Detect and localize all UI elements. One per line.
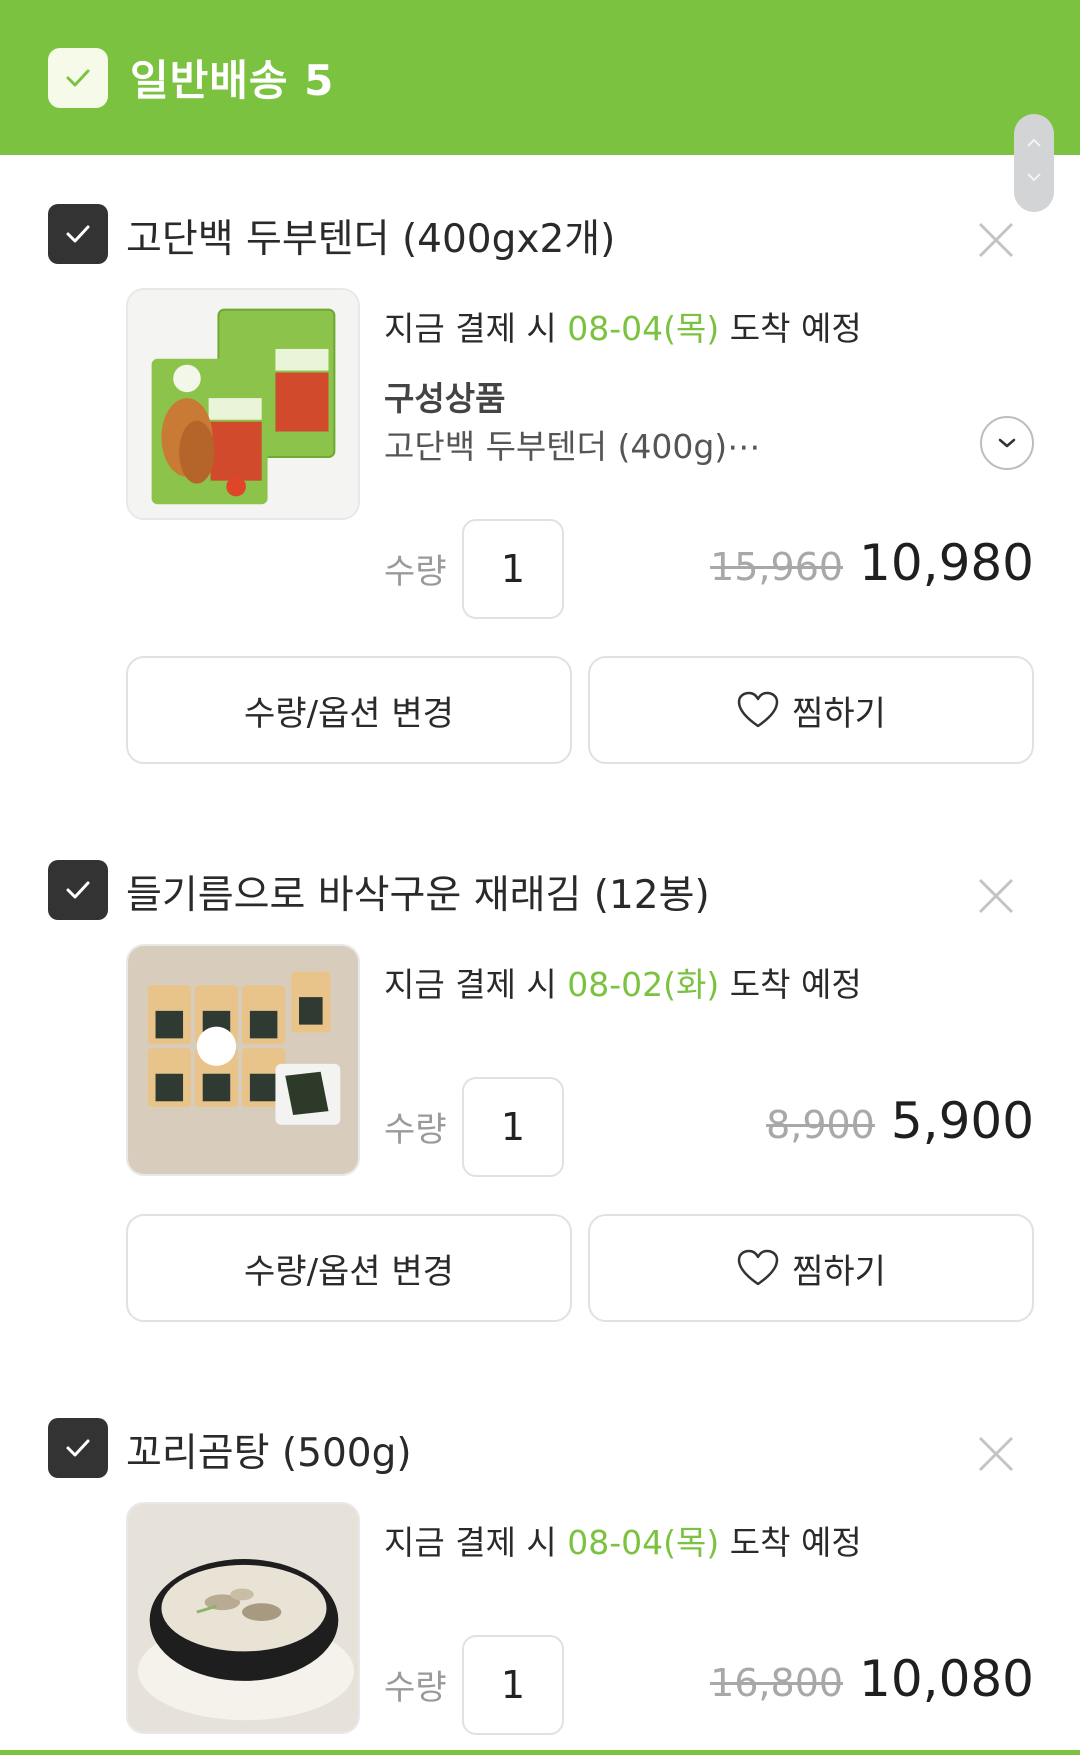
wishlist-button[interactable]: 찜하기: [588, 1214, 1034, 1322]
product-name[interactable]: 꼬리곰탕 (500g): [126, 1422, 412, 1478]
delivery-date: 08-04(목): [567, 309, 720, 348]
close-icon[interactable]: [976, 1434, 1016, 1474]
close-icon[interactable]: [976, 220, 1016, 260]
check-icon: [66, 1439, 90, 1457]
seasoned-laver-package-image: [128, 946, 358, 1174]
item-checkbox[interactable]: [48, 1418, 108, 1478]
original-price: 8,900: [766, 1103, 875, 1147]
original-price: 16,800: [710, 1661, 844, 1705]
composition-desc: 고단백 두부텐더 (400g)⋯: [384, 427, 761, 466]
quantity-input[interactable]: 1: [462, 1635, 564, 1735]
composition-title: 구성상품: [384, 379, 506, 418]
bottom-accent-bar: [0, 1750, 1080, 1755]
shipping-group-header: 일반배송 5: [0, 0, 1080, 155]
quantity-input[interactable]: 1: [462, 519, 564, 619]
delivery-info: 지금 결제 시 08-04(목) 도착 예정: [384, 309, 862, 348]
heart-icon: [737, 691, 779, 728]
close-icon[interactable]: [976, 876, 1016, 916]
check-icon: [66, 69, 90, 86]
product-image[interactable]: [126, 944, 360, 1176]
wishlist-label: 찜하기: [792, 1251, 886, 1292]
product-image[interactable]: [126, 1502, 360, 1734]
item-checkbox[interactable]: [48, 860, 108, 920]
delivery-info: 지금 결제 시 08-02(화) 도착 예정: [384, 965, 862, 1004]
group-select-checkbox[interactable]: [48, 47, 108, 108]
wishlist-button[interactable]: 찜하기: [588, 656, 1034, 764]
oxtail-soup-image: [128, 1504, 358, 1732]
group-title: 일반배송 5: [130, 56, 335, 105]
scroll-indicator[interactable]: [1014, 114, 1054, 212]
price-row: 8,900 5,900: [766, 1092, 1034, 1150]
product-name[interactable]: 고단백 두부텐더 (400gx2개): [126, 208, 615, 264]
chevron-down-icon[interactable]: [1026, 172, 1042, 182]
quantity-label: 수량: [384, 1110, 447, 1150]
sale-price: 5,900: [890, 1092, 1034, 1150]
delivery-date: 08-02(화): [567, 965, 720, 1004]
sale-price: 10,980: [859, 534, 1034, 592]
chevron-down-icon: [998, 438, 1016, 448]
delivery-info: 지금 결제 시 08-04(목) 도착 예정: [384, 1523, 862, 1562]
change-option-button[interactable]: 수량/옵션 변경: [126, 1214, 572, 1322]
check-icon: [66, 225, 90, 243]
quantity-label: 수량: [384, 1668, 447, 1708]
original-price: 15,960: [710, 545, 844, 589]
expand-composition-button[interactable]: [980, 416, 1034, 470]
quantity-input[interactable]: 1: [462, 1077, 564, 1177]
price-row: 15,960 10,980: [710, 534, 1034, 592]
product-name[interactable]: 들기름으로 바삭구운 재래김 (12봉): [126, 864, 710, 920]
check-icon: [66, 881, 90, 899]
sale-price: 10,080: [859, 1650, 1034, 1708]
product-image[interactable]: [126, 288, 360, 520]
price-row: 16,800 10,080: [710, 1650, 1034, 1708]
delivery-date: 08-04(목): [567, 1523, 720, 1562]
wishlist-label: 찜하기: [792, 693, 886, 734]
item-checkbox[interactable]: [48, 204, 108, 264]
heart-icon: [737, 1249, 779, 1286]
quantity-label: 수량: [384, 552, 447, 592]
tofu-tender-package-image: [128, 290, 358, 518]
change-option-button[interactable]: 수량/옵션 변경: [126, 656, 572, 764]
chevron-up-icon[interactable]: [1026, 138, 1042, 148]
